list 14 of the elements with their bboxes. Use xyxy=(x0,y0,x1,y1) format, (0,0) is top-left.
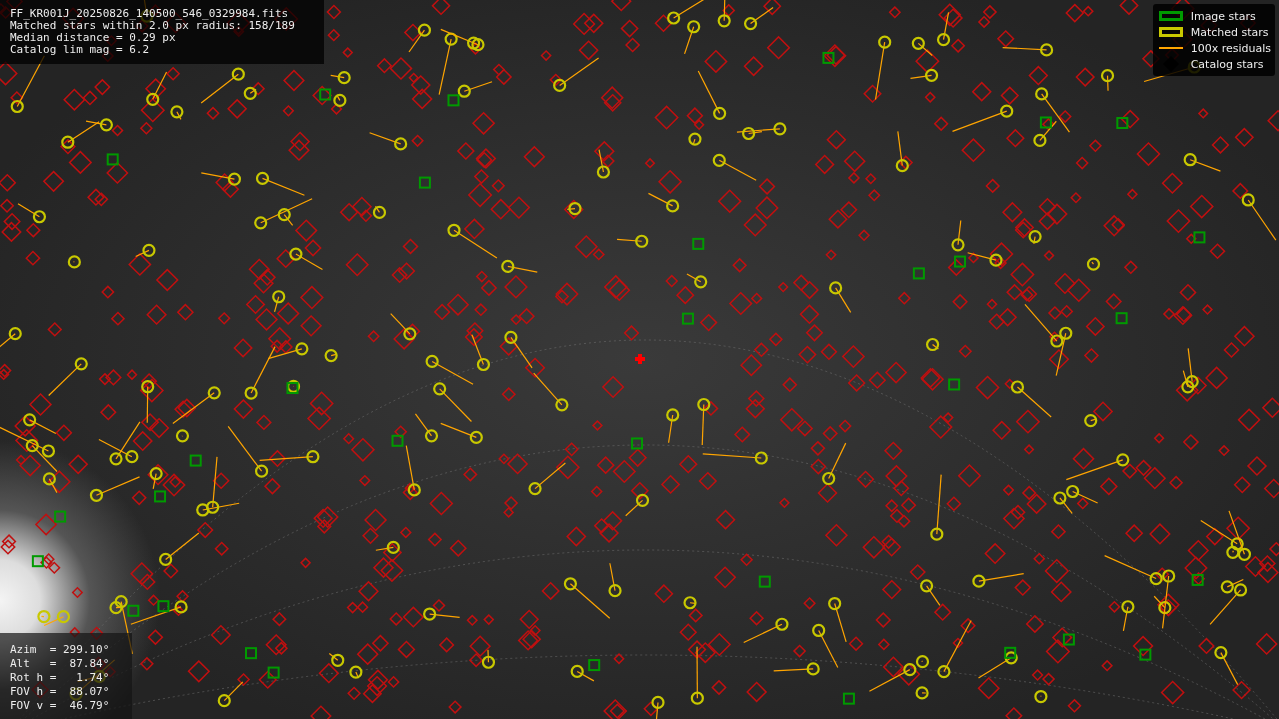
legend-label: Image stars xyxy=(1190,9,1256,23)
info-text: Median distance = 0.29 px xyxy=(10,32,177,44)
legend-label: 100x residuals xyxy=(1190,41,1271,55)
pointing-text: FOV h = 88.07° xyxy=(10,685,111,699)
info-text: Matched stars within 2.0 px radius: 158/189 xyxy=(10,20,296,32)
cross-icon xyxy=(635,354,645,364)
legend-label: Matched stars xyxy=(1190,25,1269,39)
pointing-text: Azim = 299.10° xyxy=(10,643,111,657)
pointing-text: Rot h = 1.74° xyxy=(10,671,111,685)
legend-label: Catalog stars xyxy=(1190,57,1264,71)
info-text: FF_KR001J_20250826_140500_546_0329984.fits xyxy=(10,8,290,20)
info-text: Catalog lim mag = 6.2 xyxy=(10,44,151,56)
pointing-text: Alt = 87.84° xyxy=(10,657,111,671)
pointing-text: FOV v = 46.79° xyxy=(10,699,111,713)
